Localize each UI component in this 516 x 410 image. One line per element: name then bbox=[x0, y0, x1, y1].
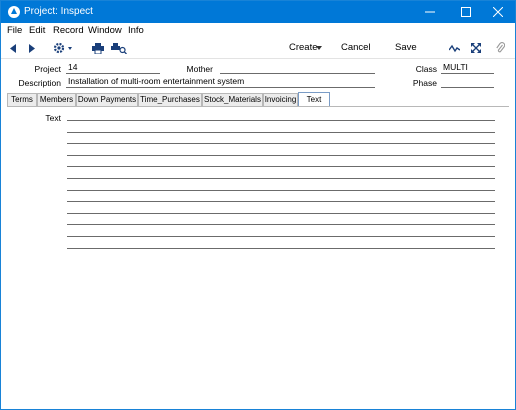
text-line[interactable] bbox=[67, 213, 495, 214]
expand-arrows-icon bbox=[471, 43, 481, 53]
description-label: Description bbox=[18, 78, 61, 88]
triangle-right-icon bbox=[28, 43, 35, 53]
toolbar: Create Cancel Save bbox=[1, 37, 515, 59]
text-line[interactable] bbox=[67, 178, 495, 179]
tab-stock-materials[interactable]: Stock_Materials bbox=[202, 93, 263, 106]
text-line[interactable] bbox=[67, 248, 495, 249]
class-field[interactable]: MULTI bbox=[441, 62, 494, 74]
text-label: Text bbox=[45, 113, 61, 123]
triangle-left-icon bbox=[9, 43, 16, 53]
next-record-button[interactable] bbox=[26, 41, 36, 55]
close-icon bbox=[493, 7, 503, 17]
cancel-button[interactable]: Cancel bbox=[341, 42, 371, 53]
project-label: Project bbox=[34, 64, 61, 74]
text-line[interactable] bbox=[67, 155, 495, 156]
title-bar[interactable]: Project: Inspect bbox=[1, 1, 515, 23]
text-line[interactable] bbox=[67, 132, 495, 133]
chevron-down-icon bbox=[316, 46, 322, 50]
mother-field[interactable] bbox=[220, 62, 375, 74]
mother-label: Mother bbox=[186, 64, 213, 74]
maximize-button[interactable] bbox=[449, 1, 483, 23]
previous-record-button[interactable] bbox=[8, 41, 18, 55]
create-button[interactable]: Create bbox=[289, 42, 318, 53]
text-line[interactable] bbox=[67, 236, 495, 237]
menu-bar: File Edit Record Window Info bbox=[1, 23, 515, 37]
description-field[interactable]: Installation of multi-room entertainment… bbox=[66, 76, 375, 88]
phase-field[interactable] bbox=[441, 76, 494, 88]
activity-button[interactable] bbox=[448, 41, 460, 55]
tab-down-payments[interactable]: Down Payments bbox=[76, 93, 138, 106]
operations-menu-button[interactable] bbox=[53, 41, 75, 55]
printer-icon bbox=[91, 42, 104, 54]
minimize-icon bbox=[425, 11, 435, 13]
text-line[interactable] bbox=[67, 143, 495, 144]
attach-button[interactable] bbox=[494, 41, 506, 55]
expand-button[interactable] bbox=[470, 41, 482, 55]
tab-divider bbox=[7, 106, 509, 107]
maximize-icon bbox=[461, 7, 471, 17]
app-logo-icon bbox=[8, 6, 20, 18]
text-line[interactable] bbox=[67, 201, 495, 202]
project-window: Project: Inspect File Edit Record Window… bbox=[0, 0, 516, 410]
text-line[interactable] bbox=[67, 224, 495, 225]
class-label: Class bbox=[415, 64, 437, 74]
close-button[interactable] bbox=[481, 1, 515, 23]
activity-icon bbox=[448, 44, 460, 52]
tab-invoicing[interactable]: Invoicing bbox=[263, 93, 298, 106]
text-line[interactable] bbox=[67, 190, 495, 191]
text-line[interactable] bbox=[67, 166, 495, 167]
tab-terms[interactable]: Terms bbox=[7, 93, 37, 106]
window-title: Project: Inspect bbox=[24, 6, 93, 17]
tab-text[interactable]: Text bbox=[298, 92, 330, 106]
paperclip-icon bbox=[495, 42, 505, 53]
tab-time-purchases[interactable]: Time_Purchases bbox=[138, 93, 202, 106]
print-button[interactable] bbox=[91, 41, 104, 55]
print-preview-icon bbox=[111, 42, 127, 54]
tab-members[interactable]: Members bbox=[37, 93, 76, 106]
minimize-button[interactable] bbox=[413, 1, 447, 23]
gear-icon bbox=[53, 42, 72, 54]
project-field[interactable]: 14 bbox=[66, 62, 160, 74]
text-line[interactable] bbox=[67, 120, 495, 121]
menu-edit[interactable]: Edit bbox=[29, 25, 45, 36]
save-button[interactable]: Save bbox=[395, 42, 417, 53]
menu-info[interactable]: Info bbox=[128, 25, 144, 36]
phase-label: Phase bbox=[412, 78, 437, 88]
text-area[interactable] bbox=[67, 111, 495, 251]
menu-record[interactable]: Record bbox=[53, 25, 84, 36]
menu-file[interactable]: File bbox=[7, 25, 22, 36]
print-preview-button[interactable] bbox=[111, 41, 127, 55]
menu-window[interactable]: Window bbox=[88, 25, 122, 36]
